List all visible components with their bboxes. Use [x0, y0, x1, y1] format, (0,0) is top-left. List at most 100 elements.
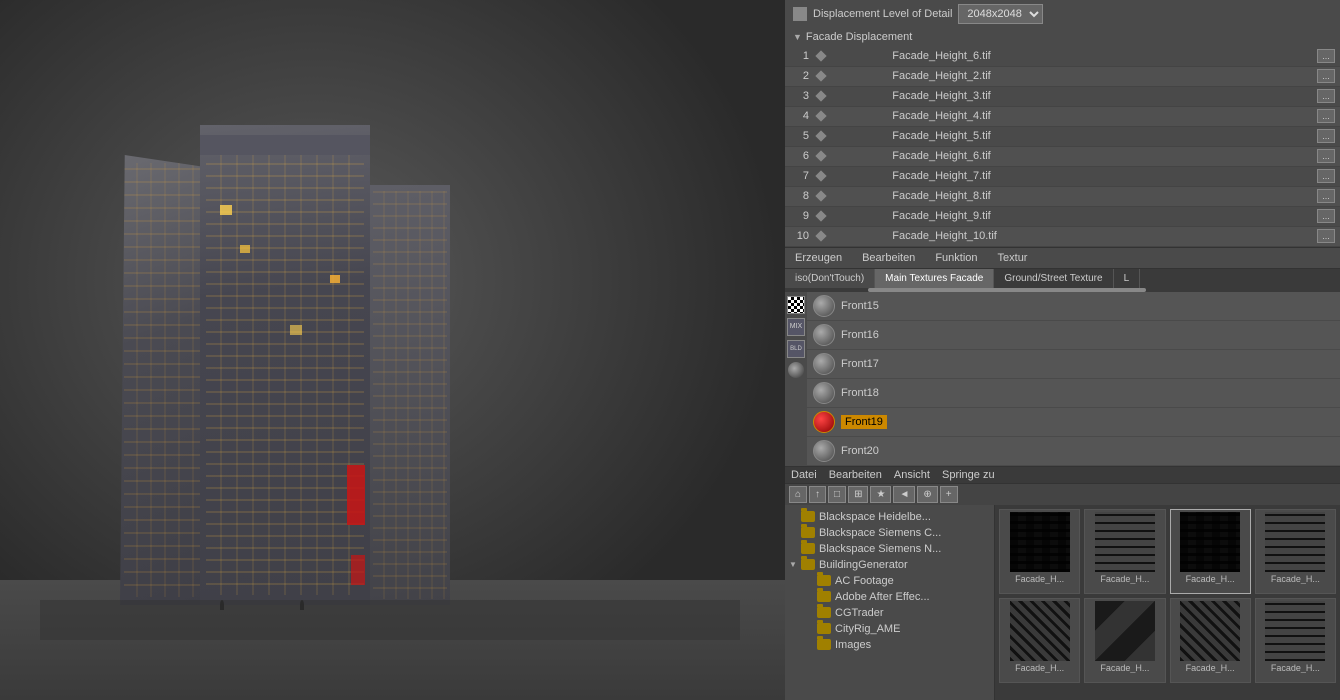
row-action-btn[interactable]: ... [1317, 149, 1335, 163]
window-light [290, 325, 302, 335]
material-list-item[interactable]: Front16 [807, 321, 1340, 350]
row-action-btn[interactable]: ... [1317, 109, 1335, 123]
row-filename: Facade_Height_2.tif [888, 66, 1312, 86]
tab-l[interactable]: L [1114, 269, 1141, 288]
toolbar-add[interactable]: + [940, 486, 958, 503]
material-list-item[interactable]: Front20 [807, 437, 1340, 466]
row-number: 1 [785, 46, 813, 66]
material-list-item[interactable]: Front18 [807, 379, 1340, 408]
thumbnail-image [1180, 512, 1240, 572]
row-filename: Facade_Height_8.tif [888, 186, 1312, 206]
thumbnail-label: Facade_H... [1002, 574, 1077, 584]
toolbar-filter[interactable]: ⊕ [917, 486, 937, 503]
row-action-btn[interactable]: ... [1317, 129, 1335, 143]
file-menu-datei[interactable]: Datei [791, 469, 817, 481]
tree-item[interactable]: AC Footage [785, 573, 994, 589]
row-action-btn[interactable]: ... [1317, 189, 1335, 203]
file-thumbnail[interactable]: Facade_H... [1255, 598, 1336, 683]
toolbar-back[interactable]: ◄ [893, 486, 915, 503]
material-list-item[interactable]: Front17 [807, 350, 1340, 379]
blend-icon[interactable]: BLD [787, 340, 805, 358]
tree-item[interactable]: Blackspace Siemens N... [785, 541, 994, 557]
menu-erzeugen[interactable]: Erzeugen [791, 250, 846, 266]
row-action-btn[interactable]: ... [1317, 169, 1335, 183]
tree-item-label: BuildingGenerator [819, 559, 908, 571]
tree-item[interactable]: CGTrader [785, 605, 994, 621]
displacement-row: 2 Facade_Height_2.tif ... [785, 66, 1340, 86]
file-thumbnail[interactable]: Facade_H... [1170, 509, 1251, 594]
material-name: Front17 [841, 358, 879, 370]
toolbar-home[interactable]: ⌂ [789, 486, 807, 503]
toolbar-grid-view[interactable]: ⊞ [848, 486, 868, 503]
tree-item[interactable]: ▼BuildingGenerator [785, 557, 994, 573]
sphere-icon[interactable] [788, 362, 804, 378]
file-thumbnail[interactable]: Facade_H... [1084, 509, 1165, 594]
window-light [330, 275, 340, 283]
tab-iso[interactable]: iso(Don'tTouch) [785, 269, 875, 288]
displacement-header: Displacement Level of Detail 2048x2048 [785, 0, 1340, 28]
tower-center [200, 125, 370, 605]
window-light [220, 205, 232, 215]
row-action-btn[interactable]: ... [1317, 89, 1335, 103]
tree-item[interactable]: Adobe After Effec... [785, 589, 994, 605]
mix-icon[interactable]: MIX [787, 318, 805, 336]
file-tree[interactable]: Blackspace Heidelbe...Blackspace Siemens… [785, 505, 995, 700]
menu-textur[interactable]: Textur [994, 250, 1032, 266]
material-list-item[interactable]: Front15 [807, 292, 1340, 321]
file-menu-springe[interactable]: Springe zu [942, 469, 995, 481]
toolbar-bookmark[interactable]: ★ [870, 486, 891, 503]
material-list: Front15 Front16 Front17 Front18 Front19Front… [807, 292, 1340, 466]
row-number: 3 [785, 86, 813, 106]
row-action-btn[interactable]: ... [1317, 209, 1335, 223]
thumbnail-image [1265, 512, 1325, 572]
file-thumbnail[interactable]: Facade_H... [999, 598, 1080, 683]
tree-item[interactable]: Blackspace Siemens C... [785, 525, 994, 541]
tree-item[interactable]: Images [785, 637, 994, 653]
thumbnail-image [1010, 512, 1070, 572]
material-list-item[interactable]: Front19 [807, 408, 1340, 437]
red-sign [347, 465, 365, 525]
material-swatch [813, 411, 835, 433]
row-action-btn[interactable]: ... [1317, 229, 1335, 243]
thumbnail-label: Facade_H... [1258, 574, 1333, 584]
displacement-row: 7 Facade_Height_7.tif ... [785, 166, 1340, 186]
row-number: 6 [785, 146, 813, 166]
row-diamond [813, 166, 888, 186]
file-thumbnail[interactable]: Facade_H... [999, 509, 1080, 594]
row-action-cell: ... [1312, 206, 1340, 226]
folder-icon [801, 559, 815, 570]
row-action-btn[interactable]: ... [1317, 49, 1335, 63]
displacement-label: Displacement Level of Detail [813, 8, 952, 20]
file-thumbnail[interactable]: Facade_H... [1170, 598, 1251, 683]
material-list-area: Front15 Front16 Front17 Front18 Front19Front… [807, 292, 1340, 466]
displacement-row: 3 Facade_Height_3.tif ... [785, 86, 1340, 106]
toolbar-up[interactable]: ↑ [809, 486, 826, 503]
material-name: Front18 [841, 387, 879, 399]
tree-item[interactable]: Blackspace Heidelbe... [785, 509, 994, 525]
tree-item[interactable]: CityRig_AME [785, 621, 994, 637]
checkerboard-icon[interactable] [787, 296, 805, 314]
material-name: Front15 [841, 300, 879, 312]
file-menu-ansicht[interactable]: Ansicht [894, 469, 930, 481]
menu-funktion[interactable]: Funktion [931, 250, 981, 266]
window-light [240, 245, 250, 253]
row-action-cell: ... [1312, 46, 1340, 66]
file-menu-bearbeiten[interactable]: Bearbeiten [829, 469, 882, 481]
row-action-btn[interactable]: ... [1317, 69, 1335, 83]
right-panel: Displacement Level of Detail 2048x2048 F… [785, 0, 1340, 700]
folder-icon [817, 591, 831, 602]
row-filename: Facade_Height_5.tif [888, 126, 1312, 146]
row-action-cell: ... [1312, 66, 1340, 86]
thumbnail-image [1095, 601, 1155, 661]
thumbnail-image [1010, 601, 1070, 661]
file-thumbnail[interactable]: Facade_H... [1255, 509, 1336, 594]
menu-bearbeiten[interactable]: Bearbeiten [858, 250, 919, 266]
row-diamond [813, 126, 888, 146]
tab-main-textures[interactable]: Main Textures Facade [875, 269, 994, 288]
tab-ground-street[interactable]: Ground/Street Texture [994, 269, 1113, 288]
toolbar-new-folder[interactable]: □ [828, 486, 846, 503]
row-diamond [813, 106, 888, 126]
thumbnail-label: Facade_H... [1173, 663, 1248, 673]
displacement-dropdown[interactable]: 2048x2048 [958, 4, 1043, 24]
file-thumbnail[interactable]: Facade_H... [1084, 598, 1165, 683]
